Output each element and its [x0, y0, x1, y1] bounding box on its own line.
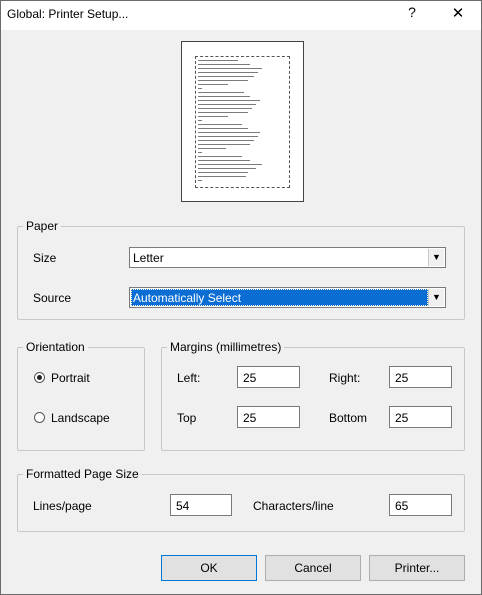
preview-text-line: [198, 76, 254, 77]
characters-per-line-value: 65: [395, 499, 409, 513]
preview-text-line: [198, 168, 256, 169]
preview-text-line: [198, 172, 248, 173]
lines-per-page-input[interactable]: 54: [170, 494, 232, 516]
formatted-page-size-label: Formatted Page Size: [23, 467, 142, 481]
margins-group-label: Margins (millimetres): [167, 340, 285, 354]
preview-text-line: [198, 156, 242, 157]
preview-text-line: [198, 132, 260, 133]
bottom-margin-label: Bottom: [329, 411, 368, 425]
right-margin-value: 25: [395, 371, 409, 385]
orientation-group: [17, 347, 145, 451]
landscape-radio[interactable]: [34, 412, 45, 423]
preview-text-line: [198, 108, 252, 109]
preview-text-line: [198, 164, 262, 165]
chevron-down-icon[interactable]: ▼: [428, 249, 444, 266]
source-dropdown[interactable]: Automatically Select ▼: [129, 287, 446, 308]
preview-text-line: [198, 64, 250, 65]
source-value: Automatically Select: [133, 291, 242, 305]
bottom-margin-input[interactable]: 25: [389, 406, 452, 428]
preview-text-line: [198, 88, 202, 89]
characters-per-line-input[interactable]: 65: [389, 494, 452, 516]
preview-text-line: [198, 80, 248, 81]
printer-button[interactable]: Printer...: [369, 555, 465, 581]
preview-text-line: [198, 72, 258, 73]
cancel-button[interactable]: Cancel: [265, 555, 361, 581]
preview-text-line: [198, 112, 248, 113]
preview-text-line: [198, 128, 248, 129]
size-label: Size: [33, 251, 57, 265]
lines-per-page-value: 54: [176, 499, 190, 513]
size-dropdown[interactable]: Letter ▼: [129, 247, 446, 268]
ok-button[interactable]: OK: [161, 555, 257, 581]
right-margin-label: Right:: [329, 371, 361, 385]
preview-text-line: [198, 84, 228, 85]
top-margin-label: Top: [177, 411, 197, 425]
preview-text-line: [198, 180, 202, 181]
preview-text-line: [198, 100, 260, 101]
lines-per-page-label: Lines/page: [33, 499, 92, 513]
preview-text-line: [198, 60, 238, 61]
preview-text-line: [198, 104, 256, 105]
left-margin-input[interactable]: 25: [237, 366, 300, 388]
margins-group: [161, 347, 465, 451]
window-title: Global: Printer Setup...: [7, 7, 129, 21]
preview-margin-box: [195, 56, 290, 188]
preview-text-line: [198, 148, 226, 149]
preview-text-line: [198, 120, 202, 121]
preview-text-line: [198, 136, 258, 137]
preview-text-line: [198, 152, 202, 153]
characters-per-line-label: Characters/line: [253, 499, 334, 513]
top-margin-value: 25: [243, 411, 257, 425]
portrait-label[interactable]: Portrait: [51, 371, 90, 385]
preview-text-line: [198, 116, 228, 117]
preview-text-line: [198, 140, 254, 141]
paper-group-label: Paper: [23, 219, 62, 233]
left-margin-label: Left:: [177, 371, 201, 385]
top-margin-input[interactable]: 25: [237, 406, 300, 428]
source-label: Source: [33, 291, 72, 305]
right-margin-input[interactable]: 25: [389, 366, 452, 388]
portrait-radio[interactable]: [34, 372, 45, 383]
preview-text-line: [198, 144, 250, 145]
bottom-margin-value: 25: [395, 411, 409, 425]
preview-text-line: [198, 124, 242, 125]
left-margin-value: 25: [243, 371, 257, 385]
close-icon[interactable]: ✕: [448, 4, 468, 24]
chevron-down-icon[interactable]: ▼: [428, 289, 444, 306]
help-icon[interactable]: ?: [404, 4, 420, 24]
preview-text-line: [198, 176, 246, 177]
size-value: Letter: [133, 251, 164, 265]
preview-text-line: [198, 68, 262, 69]
preview-text-line: [198, 92, 244, 93]
landscape-label[interactable]: Landscape: [51, 411, 110, 425]
preview-text-line: [198, 96, 250, 97]
orientation-group-label: Orientation: [23, 340, 88, 354]
preview-text-line: [198, 160, 250, 161]
